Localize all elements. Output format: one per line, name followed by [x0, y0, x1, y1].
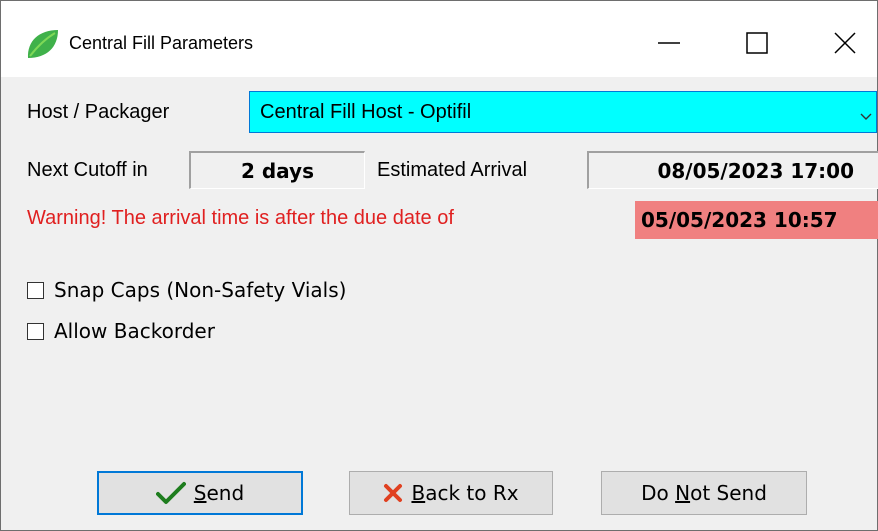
x-icon — [383, 483, 403, 503]
close-icon — [834, 32, 856, 54]
host-packager-select[interactable]: Central Fill Host - Optifil — [249, 91, 877, 133]
chevron-down-icon — [860, 108, 872, 126]
due-date-value: 05/05/2023 10:57 — [635, 201, 878, 239]
host-packager-value: Central Fill Host - Optifil — [260, 101, 472, 123]
send-label: Send — [193, 481, 245, 505]
estimated-arrival-label: Estimated Arrival — [377, 159, 528, 181]
allow-backorder-option[interactable]: Allow Backorder — [27, 319, 215, 343]
snap-caps-checkbox[interactable] — [27, 281, 44, 299]
minimize-button[interactable] — [641, 19, 697, 67]
maximize-icon — [746, 32, 768, 54]
minimize-icon — [658, 42, 680, 44]
back-to-rx-button[interactable]: Back to Rx — [349, 471, 553, 515]
host-packager-label: Host / Packager — [27, 101, 170, 123]
maximize-button[interactable] — [729, 19, 785, 67]
next-cutoff-label: Next Cutoff in — [27, 159, 148, 181]
estimated-arrival-value: 08/05/2023 17:00 — [587, 151, 878, 189]
warning-message: Warning! The arrival time is after the d… — [27, 207, 454, 229]
do-not-send-label: Do Not Send — [641, 481, 767, 505]
allow-backorder-checkbox[interactable] — [27, 322, 44, 340]
snap-caps-label: Snap Caps (Non-Safety Vials) — [54, 278, 347, 302]
checkmark-icon — [155, 481, 186, 505]
back-to-rx-label: Back to Rx — [411, 481, 519, 505]
central-fill-window: Central Fill Parameters Host / Packager … — [0, 0, 878, 531]
allow-backorder-label: Allow Backorder — [54, 319, 215, 343]
do-not-send-button[interactable]: Do Not Send — [601, 471, 807, 515]
send-button[interactable]: Send — [97, 471, 303, 515]
close-button[interactable] — [817, 19, 873, 67]
next-cutoff-value: 2 days — [189, 151, 365, 189]
leaf-icon — [25, 27, 61, 61]
snap-caps-option[interactable]: Snap Caps (Non-Safety Vials) — [27, 278, 346, 302]
window-title: Central Fill Parameters — [69, 33, 254, 53]
title-bar[interactable]: Central Fill Parameters — [1, 1, 877, 77]
